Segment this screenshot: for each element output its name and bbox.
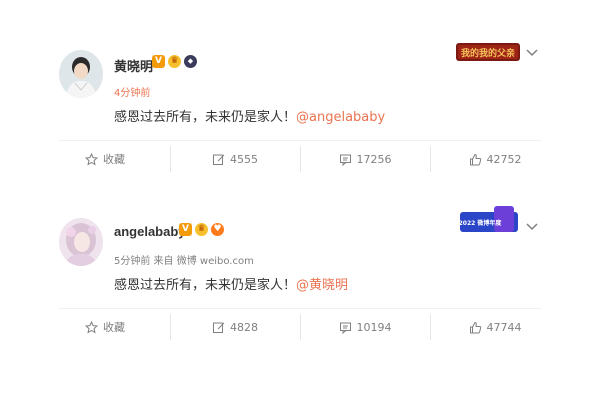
chevron-down-icon[interactable] [526,222,538,232]
like-button[interactable]: 42752 [430,144,560,174]
star-icon [85,152,98,166]
chevron-down-icon[interactable] [526,48,538,58]
like-count: 42752 [486,152,522,166]
like-button[interactable]: 47744 [430,312,560,342]
action-bar: 收藏 4828 10194 47744 [40,312,560,342]
comment-icon [339,322,351,334]
favorite-button[interactable]: 收藏 [40,312,170,342]
mention-link[interactable]: @黄晓明 [296,278,348,293]
vip-crown-icon[interactable]: ♛ [195,223,208,236]
avatar[interactable] [59,218,103,266]
repost-icon [213,322,225,333]
comment-button[interactable]: 17256 [300,144,430,174]
like-count: 47744 [486,320,522,334]
comment-count: 17256 [356,152,392,166]
post-text: 感恩过去所有，未来仍是家人！ [114,110,297,125]
comment-button[interactable]: 10194 [300,312,430,342]
favorite-label: 收藏 [103,153,125,166]
action-bar: 收藏 4555 17256 42752 [40,144,560,174]
event-banner[interactable]: 我的我的父亲 [456,40,520,64]
divider [59,140,541,141]
post-time[interactable]: 4分钟前 [114,84,150,99]
avatar[interactable] [59,50,103,98]
post-time[interactable]: 5分钟前 来自 微博 weibo.com [114,252,254,267]
svg-text:我的我的父亲: 我的我的父亲 [461,47,515,59]
repost-icon [213,154,225,165]
post-content: 感恩过去所有，未来仍是家人！@angelababy [114,106,385,125]
event-banner[interactable]: 2022 微博年度 [459,206,518,236]
vip-crown-icon[interactable]: ♛ [168,55,181,68]
user-badges: V ♛ ◆ [152,55,197,68]
comment-icon [339,154,351,166]
thumbs-up-icon [469,321,481,333]
star-icon [85,320,98,334]
verified-icon: V [179,223,192,236]
member-level-icon[interactable]: ◆ [184,55,197,68]
divider [59,308,541,309]
user-badges: V ♛ ♥ [179,223,224,236]
favorite-button[interactable]: 收藏 [40,144,170,174]
post-content: 感恩过去所有，未来仍是家人！@黄晓明 [114,274,348,293]
thumbs-up-icon [469,153,481,165]
svg-text:2022 微博年度: 2022 微博年度 [460,219,502,227]
verified-icon: V [152,55,165,68]
post-text: 感恩过去所有，未来仍是家人！ [114,278,297,293]
fan-badge-icon[interactable]: ♥ [211,223,224,236]
username[interactable]: 黄晓明 [114,56,153,75]
repost-count: 4828 [230,320,258,334]
username[interactable]: angelababy [114,224,186,239]
repost-count: 4555 [230,152,258,166]
favorite-label: 收藏 [103,321,125,334]
repost-button[interactable]: 4555 [170,144,300,174]
mention-link[interactable]: @angelababy [296,110,385,125]
comment-count: 10194 [356,320,392,334]
repost-button[interactable]: 4828 [170,312,300,342]
